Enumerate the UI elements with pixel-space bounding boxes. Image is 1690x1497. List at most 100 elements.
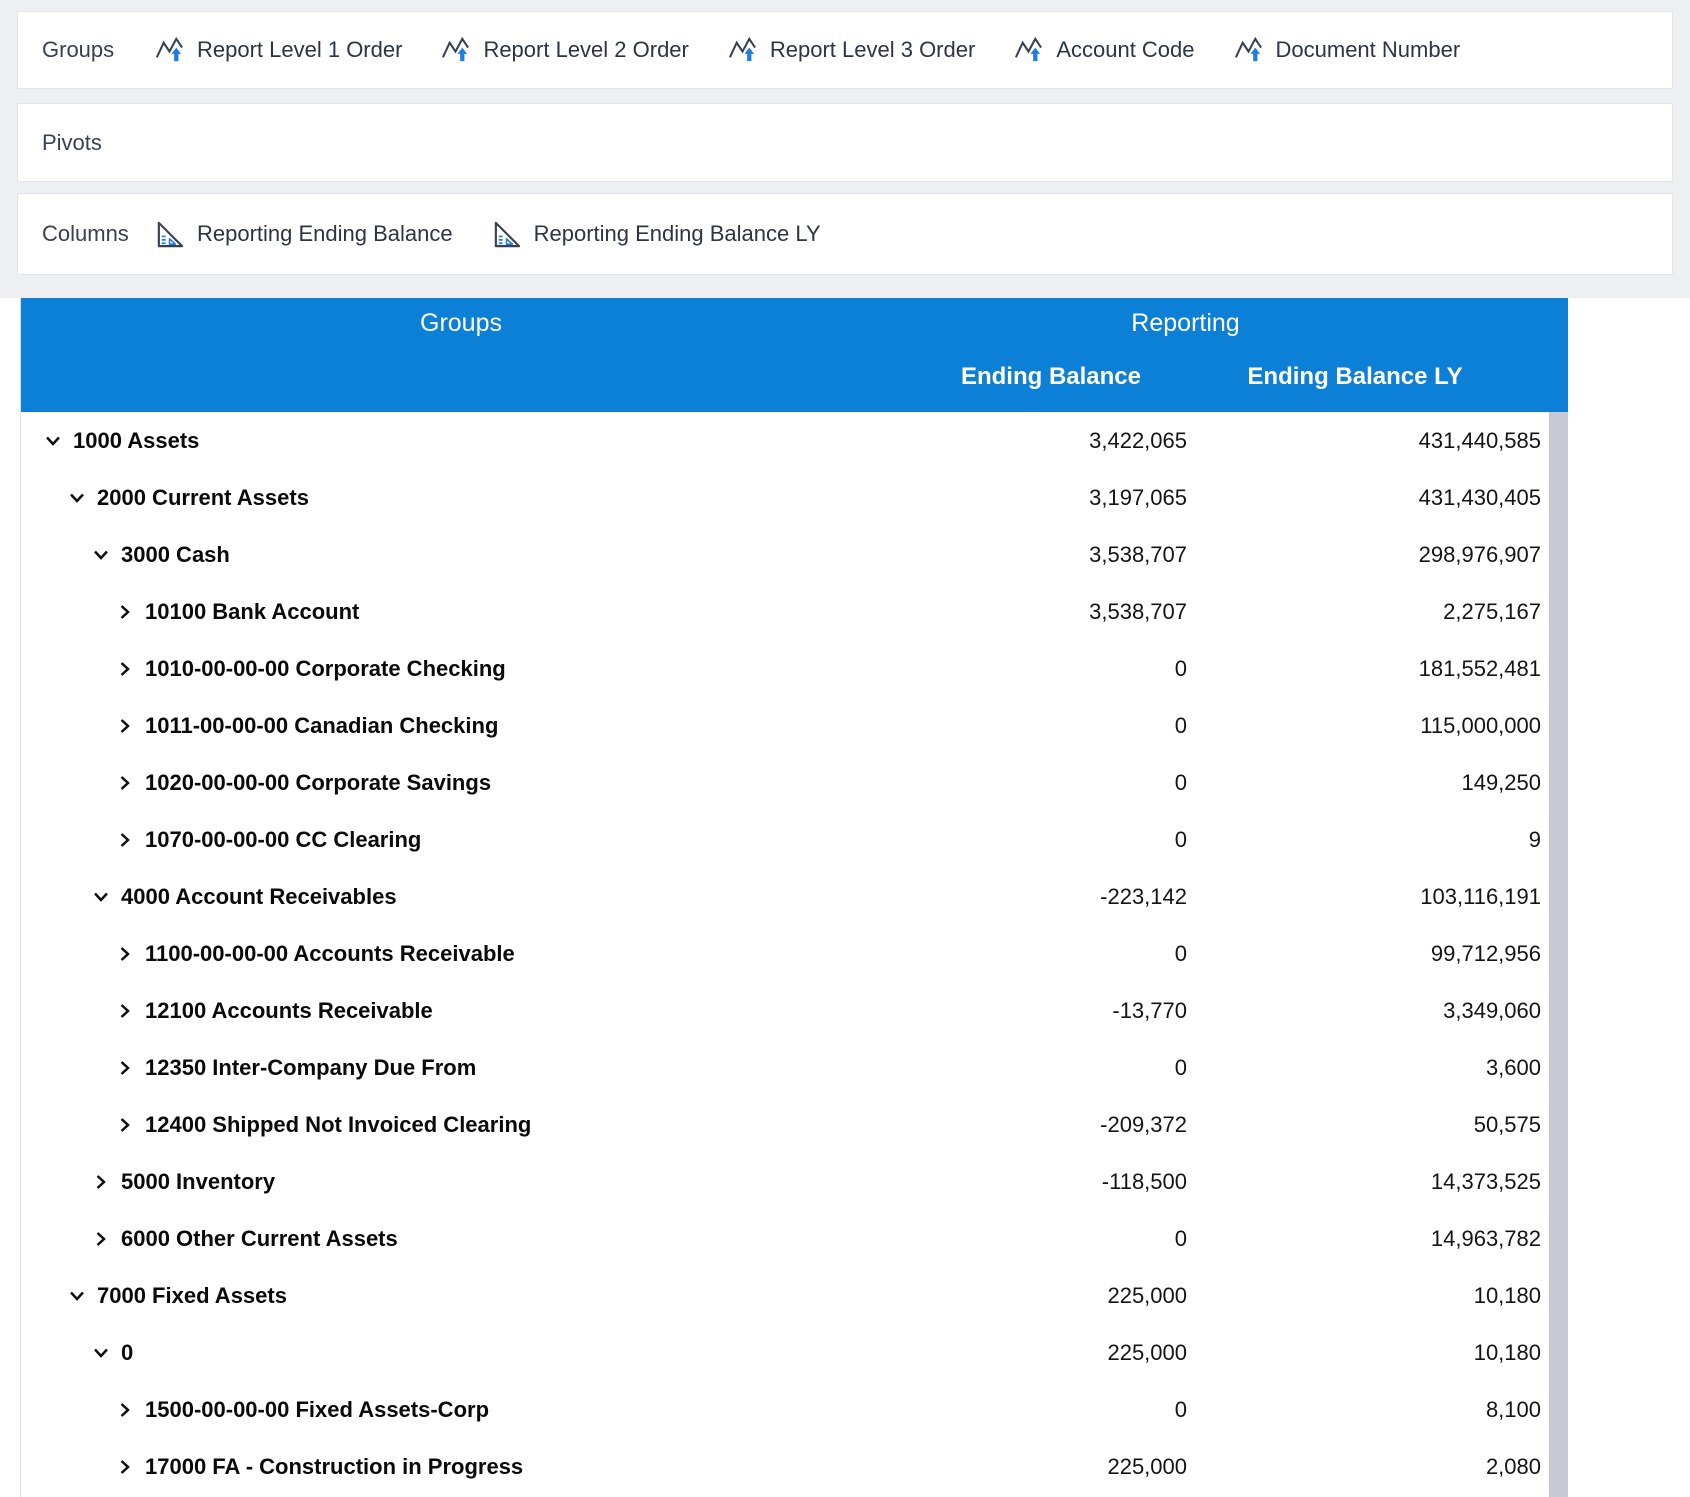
chevron-right-icon[interactable] [115, 1058, 135, 1078]
table-row[interactable]: 1500-00-00-00 Fixed Assets-Corp08,100 [21, 1381, 1568, 1438]
field-chip-label: Document Number [1276, 37, 1461, 63]
ending-balance-cell: 225,000 [901, 1454, 1201, 1480]
chevron-right-icon[interactable] [91, 1172, 111, 1192]
table-row[interactable]: 3000 Cash3,538,707298,976,907 [21, 526, 1568, 583]
ending-balance-cell: -209,372 [901, 1112, 1201, 1138]
table-row[interactable]: 12350 Inter-Company Due From03,600 [21, 1039, 1568, 1096]
table-row[interactable]: 12100 Accounts Receivable-13,7703,349,06… [21, 982, 1568, 1039]
table-row[interactable]: 5000 Inventory -118,50014,373,525 [21, 1153, 1568, 1210]
field-chip[interactable]: Report Level 3 Order [727, 35, 975, 66]
group-label: 1000 Assets [73, 428, 199, 454]
table-row[interactable]: 1070-00-00-00 CC Clearing09 [21, 811, 1568, 868]
table-row[interactable]: 1100-00-00-00 Accounts Receivable099,712… [21, 925, 1568, 982]
group-cell: 5000 Inventory [21, 1169, 901, 1195]
header-ending-balance[interactable]: Ending Balance [901, 348, 1201, 406]
order-field-icon [1013, 35, 1044, 66]
ending-balance-cell: -118,500 [901, 1169, 1201, 1195]
ending-balance-ly-cell: 14,373,525 [1201, 1169, 1549, 1195]
chevron-right-icon[interactable] [91, 1229, 111, 1249]
chevron-right-icon[interactable] [115, 944, 135, 964]
ending-balance-ly-cell: 14,963,782 [1201, 1226, 1549, 1252]
vertical-scrollbar-thumb[interactable] [1549, 412, 1568, 1497]
ending-balance-ly-cell: 149,250 [1201, 770, 1549, 796]
chevron-down-icon[interactable] [43, 431, 63, 451]
group-label: 1010-00-00-00 Corporate Checking [145, 656, 506, 682]
table-row[interactable]: 2000 Current Assets3,197,065431,430,405 [21, 469, 1568, 526]
ending-balance-ly-cell: 99,712,956 [1201, 941, 1549, 967]
header-reporting-group: Reporting [901, 298, 1568, 348]
group-label: 7000 Fixed Assets [97, 1283, 287, 1309]
chevron-right-icon[interactable] [115, 773, 135, 793]
field-chip[interactable]: Reporting Ending Balance LY [491, 219, 821, 250]
ending-balance-ly-cell: 10,180 [1201, 1340, 1549, 1366]
ending-balance-cell: 225,000 [901, 1283, 1201, 1309]
group-label: 1070-00-00-00 CC Clearing [145, 827, 421, 853]
table-row[interactable]: 1011-00-00-00 Canadian Checking0115,000,… [21, 697, 1568, 754]
table-row[interactable]: 4000 Account Receivables-223,142103,116,… [21, 868, 1568, 925]
ending-balance-ly-cell: 50,575 [1201, 1112, 1549, 1138]
field-chip-label: Reporting Ending Balance LY [534, 221, 821, 247]
ending-balance-ly-cell: 2,080 [1201, 1454, 1549, 1480]
pivots-dropzone[interactable]: Pivots [17, 103, 1673, 182]
group-label: 1011-00-00-00 Canadian Checking [145, 713, 498, 739]
ending-balance-cell: 0 [901, 1055, 1201, 1081]
group-label: 1500-00-00-00 Fixed Assets-Corp [145, 1397, 489, 1423]
table-body: 1000 Assets3,422,065431,440,5852000 Curr… [21, 412, 1568, 1495]
group-cell: 12350 Inter-Company Due From [21, 1055, 901, 1081]
table-row[interactable]: 6000 Other Current Assets 014,963,782 [21, 1210, 1568, 1267]
field-chip[interactable]: Account Code [1013, 35, 1194, 66]
chevron-right-icon[interactable] [115, 1457, 135, 1477]
chevron-right-icon[interactable] [115, 716, 135, 736]
table-row[interactable]: 0225,00010,180 [21, 1324, 1568, 1381]
chevron-right-icon[interactable] [115, 1115, 135, 1135]
field-chip-label: Report Level 1 Order [197, 37, 402, 63]
field-chip[interactable]: Report Level 2 Order [440, 35, 688, 66]
field-chip[interactable]: Reporting Ending Balance [154, 219, 453, 250]
field-toolbar: Groups Report Level 1 OrderReport Level … [0, 0, 1690, 298]
chevron-down-icon[interactable] [91, 545, 111, 565]
columns-chip-list: Reporting Ending Balance Reporting Ending… [154, 219, 859, 250]
group-label: 6000 Other Current Assets [121, 1226, 398, 1252]
table-row[interactable]: 10100 Bank Account3,538,7072,275,167 [21, 583, 1568, 640]
chevron-right-icon[interactable] [115, 602, 135, 622]
table-row[interactable]: 17000 FA - Construction in Progress 225,0… [21, 1438, 1568, 1495]
ending-balance-cell: 0 [901, 1397, 1201, 1423]
field-chip[interactable]: Report Level 1 Order [154, 35, 402, 66]
order-field-icon [1233, 35, 1264, 66]
chevron-down-icon[interactable] [67, 1286, 87, 1306]
header-ending-balance-ly[interactable]: Ending Balance LY [1201, 348, 1549, 406]
ending-balance-ly-cell: 3,600 [1201, 1055, 1549, 1081]
ending-balance-cell: 225,000 [901, 1340, 1201, 1366]
header-groups[interactable]: Groups [21, 298, 901, 348]
group-label: 1100-00-00-00 Accounts Receivable [145, 941, 515, 967]
table-row[interactable]: 1000 Assets3,422,065431,440,585 [21, 412, 1568, 469]
table-row[interactable]: 12400 Shipped Not Invoiced Clearing-209,… [21, 1096, 1568, 1153]
group-cell: 4000 Account Receivables [21, 884, 901, 910]
group-label: 4000 Account Receivables [121, 884, 397, 910]
chevron-down-icon[interactable] [91, 887, 111, 907]
ending-balance-cell: 0 [901, 770, 1201, 796]
group-label: 10100 Bank Account [145, 599, 359, 625]
chevron-down-icon[interactable] [67, 488, 87, 508]
field-chip[interactable]: Document Number [1233, 35, 1461, 66]
group-cell: 1010-00-00-00 Corporate Checking [21, 656, 901, 682]
chevron-right-icon[interactable] [115, 1400, 135, 1420]
table-row[interactable]: 1020-00-00-00 Corporate Savings0149,250 [21, 754, 1568, 811]
table-row[interactable]: 1010-00-00-00 Corporate Checking0181,552… [21, 640, 1568, 697]
chevron-down-icon[interactable] [91, 1343, 111, 1363]
table-header: Groups Reporting Ending Balance Ending B… [21, 298, 1568, 412]
ending-balance-cell: 0 [901, 1226, 1201, 1252]
groups-dropzone[interactable]: Groups Report Level 1 OrderReport Level … [17, 11, 1673, 89]
group-cell: 1000 Assets [21, 428, 901, 454]
ending-balance-cell: -13,770 [901, 998, 1201, 1024]
table-row[interactable]: 7000 Fixed Assets225,00010,180 [21, 1267, 1568, 1324]
chevron-right-icon[interactable] [115, 1001, 135, 1021]
group-cell: 1500-00-00-00 Fixed Assets-Corp [21, 1397, 901, 1423]
ending-balance-ly-cell: 431,430,405 [1201, 485, 1549, 511]
group-label: 17000 FA - Construction in Progress [145, 1454, 523, 1480]
chevron-right-icon[interactable] [115, 830, 135, 850]
columns-dropzone[interactable]: Columns Reporting Ending BalanceReportin… [17, 193, 1673, 275]
group-cell: 3000 Cash [21, 542, 901, 568]
group-label: 5000 Inventory [121, 1169, 275, 1195]
chevron-right-icon[interactable] [115, 659, 135, 679]
